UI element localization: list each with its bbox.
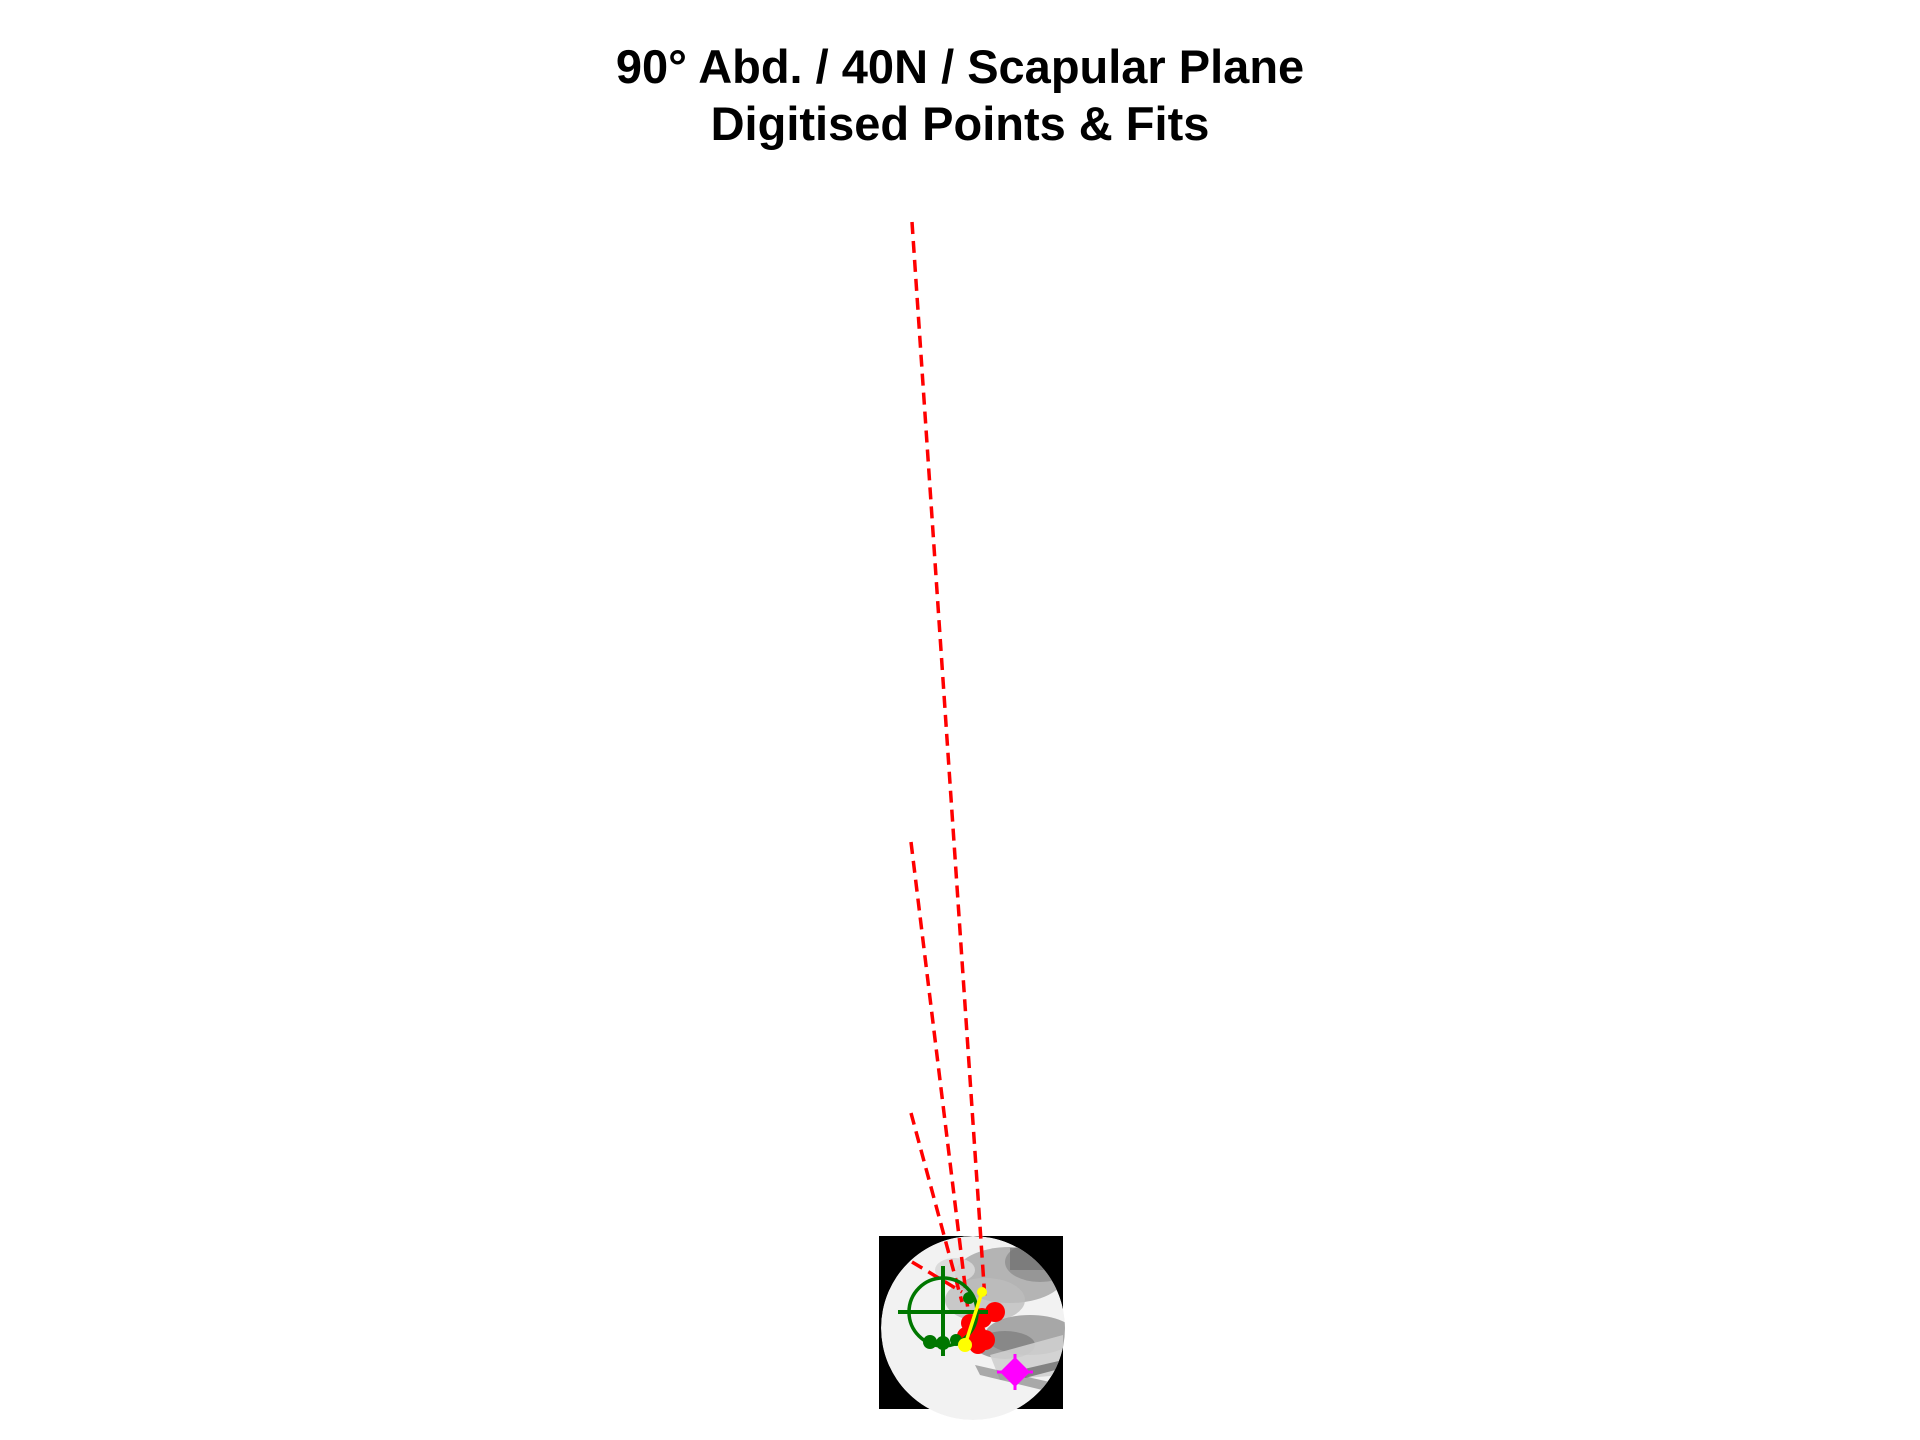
green-point [936,1336,950,1350]
yellow-point [977,1287,987,1297]
green-point [923,1335,937,1349]
yellow-point [958,1338,972,1352]
figure-canvas [879,221,1065,1420]
green-point [963,1292,975,1304]
fit-lines [909,221,987,1311]
fit-line-long [910,221,987,1301]
